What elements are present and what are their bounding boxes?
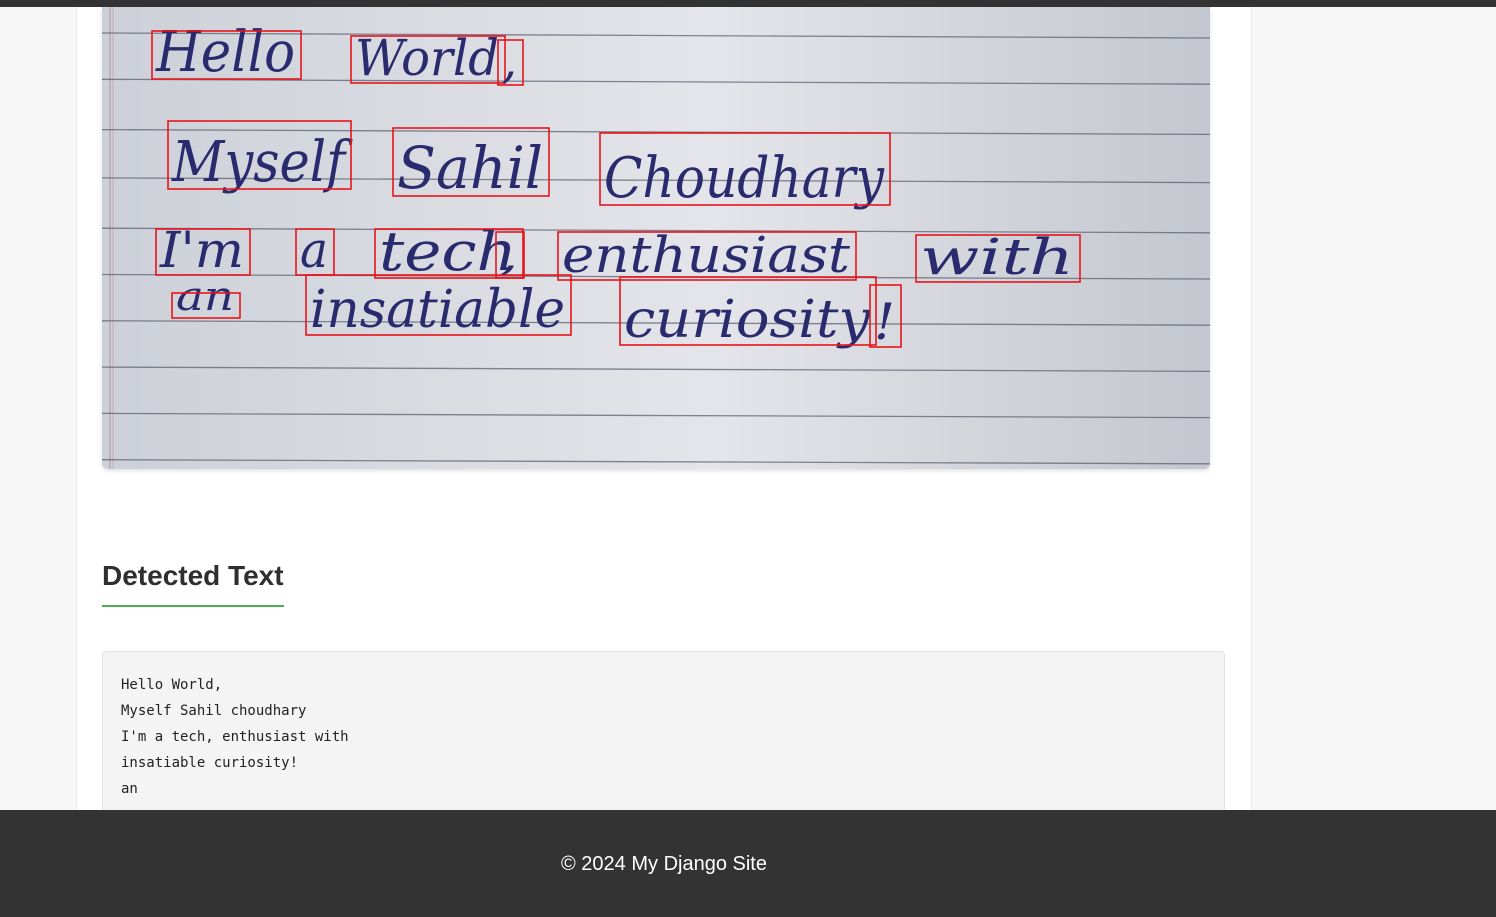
output-line: an — [121, 781, 138, 797]
handwritten-word: Sahil — [397, 134, 543, 202]
footer: © 2024 My Django Site — [0, 810, 1496, 917]
handwritten-word: insatiable — [310, 280, 565, 340]
output-line: insatiable curiosity! — [121, 755, 299, 771]
handwritten-word: enthusiast — [562, 226, 851, 284]
handwritten-word: , — [500, 234, 518, 280]
output-line: Hello World, — [121, 677, 223, 693]
handwritten-word: ! — [874, 293, 895, 351]
handwritten-word: an — [176, 274, 234, 320]
output-line: Myself Sahil choudhary — [121, 703, 307, 719]
handwritten-word: World — [355, 29, 499, 87]
handwritten-word: Hello — [155, 20, 295, 85]
detected-text-heading: Detected Text — [102, 559, 284, 607]
top-nav-bar — [0, 0, 1496, 7]
detected-text-output: Hello World, Myself Sahil choudhary I'm a … — [102, 651, 1225, 821]
handwritten-word: Myself — [171, 130, 353, 195]
copyright-text: © 2024 My Django Site — [561, 853, 767, 875]
annotated-handwriting-image: Hello World, Myself Sahil Choudhary I'm a tech,… — [102, 7, 1210, 469]
handwritten-word: Choudhary — [604, 146, 885, 211]
handwritten-word: with — [920, 228, 1074, 286]
output-line: I'm a tech, enthusiast with — [121, 729, 349, 745]
handwritten-word: curiosity — [624, 290, 871, 350]
main-container: Hello World, Myself Sahil Choudhary I'm a tech,… — [76, 7, 1252, 821]
output-lines: Hello World, Myself Sahil choudhary I'm a … — [121, 672, 349, 802]
